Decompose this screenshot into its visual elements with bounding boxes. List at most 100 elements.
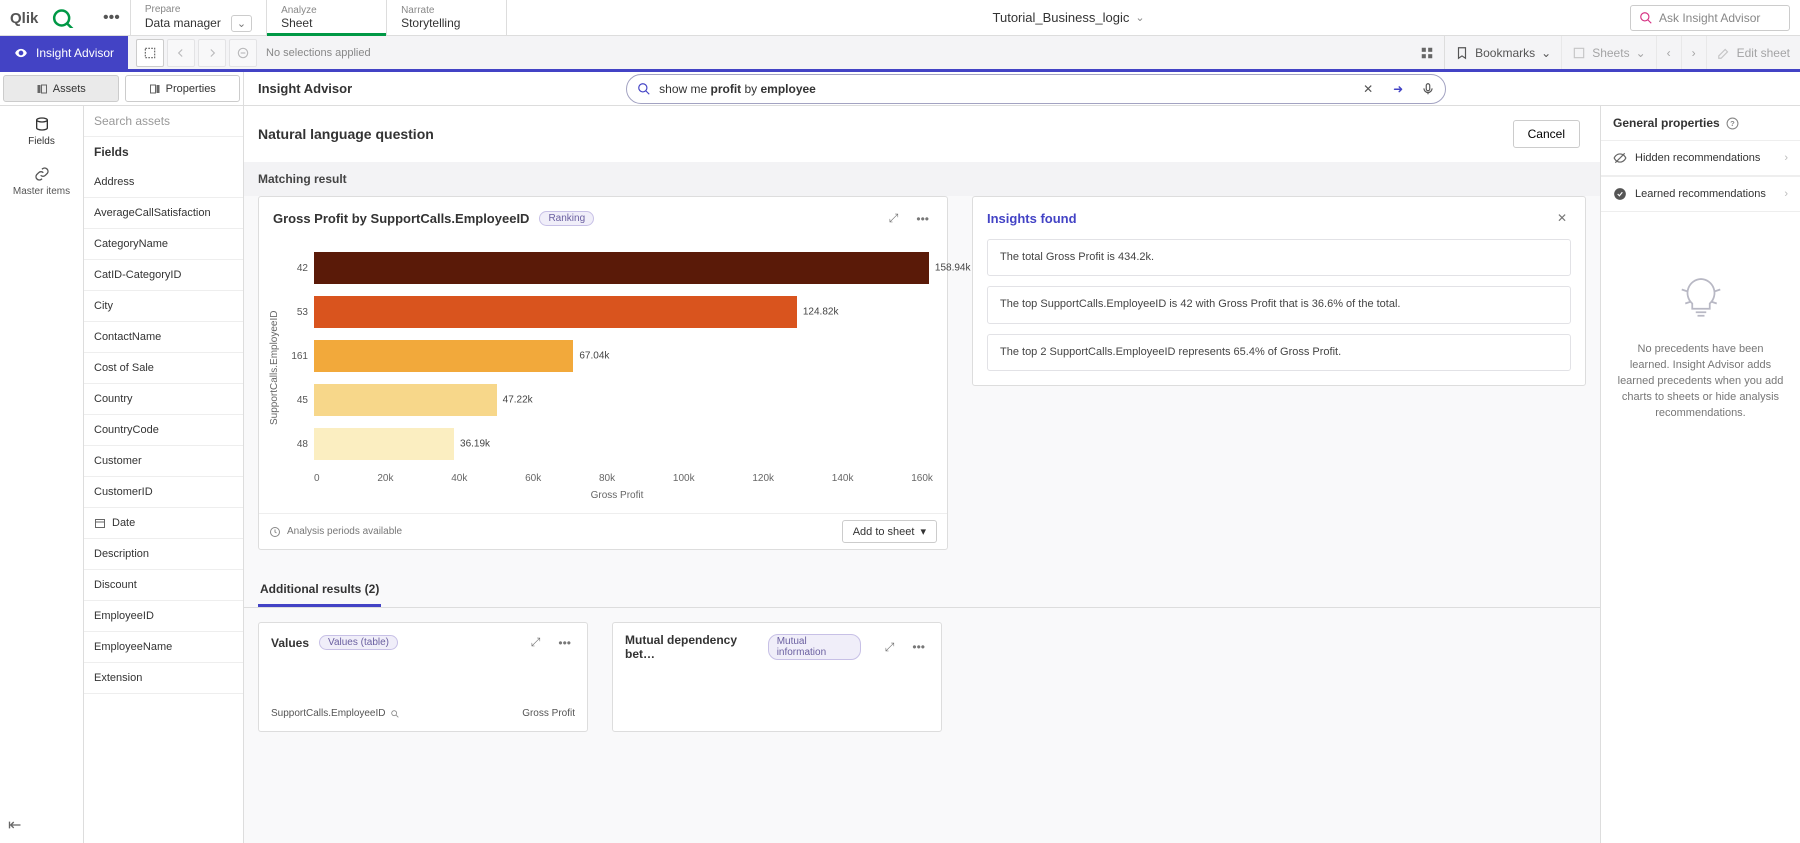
- step-back-button: [167, 39, 195, 67]
- expand-values-button[interactable]: ⤢: [527, 633, 545, 652]
- field-item[interactable]: Extension: [84, 663, 243, 694]
- search-icon: [390, 709, 400, 719]
- chevron-right-icon: ›: [1784, 188, 1788, 200]
- values-col2: Gross Profit: [522, 708, 575, 719]
- insight-advisor-title: Insight Advisor: [258, 81, 352, 96]
- qlik-logo[interactable]: Qlik: [0, 0, 93, 35]
- chevron-down-icon: ⌄: [1636, 46, 1646, 60]
- bar-category: 45: [284, 395, 314, 406]
- bar-track: 67.04k: [314, 340, 933, 372]
- cancel-button[interactable]: Cancel: [1513, 120, 1580, 148]
- x-tick: 160k: [911, 473, 933, 484]
- field-item[interactable]: AverageCallSatisfaction: [84, 198, 243, 229]
- search-assets-input[interactable]: Search assets: [84, 106, 243, 137]
- mutual-more-button[interactable]: •••: [908, 638, 929, 656]
- lasso-selection-button[interactable]: [136, 39, 164, 67]
- bar[interactable]: 67.04k: [314, 340, 573, 372]
- bar-value-label: 47.22k: [503, 395, 533, 406]
- app-title[interactable]: Tutorial_Business_logic: [993, 10, 1130, 25]
- x-tick: 20k: [377, 473, 393, 484]
- tab-storytelling[interactable]: NarrateStorytelling: [387, 0, 507, 35]
- values-col1: SupportCalls.EmployeeID: [271, 708, 400, 719]
- chart-type-badge: Ranking: [539, 211, 594, 226]
- field-item[interactable]: Address: [84, 167, 243, 198]
- expand-mutual-button[interactable]: ⤢: [881, 638, 899, 657]
- properties-toggle[interactable]: Properties: [125, 75, 241, 102]
- mic-button[interactable]: [1417, 78, 1439, 100]
- field-item[interactable]: City: [84, 291, 243, 322]
- no-selections-label: No selections applied: [266, 47, 371, 59]
- field-item[interactable]: Date: [84, 508, 243, 539]
- field-item[interactable]: CatID-CategoryID: [84, 260, 243, 291]
- clear-search-button[interactable]: ✕: [1357, 78, 1379, 100]
- svg-text:Qlik: Qlik: [10, 10, 39, 27]
- chart-x-label: Gross Profit: [265, 490, 933, 507]
- chevron-down-icon[interactable]: ⌄: [231, 15, 252, 32]
- mutual-card-title: Mutual dependency bet…: [625, 633, 758, 661]
- clear-selections-button: [229, 39, 257, 67]
- chart-title: Gross Profit by SupportCalls.EmployeeID: [273, 211, 529, 226]
- bar-category: 48: [284, 439, 314, 450]
- insight-search-box[interactable]: show me profit by employee ✕ ➜: [626, 74, 1446, 104]
- x-tick: 0: [314, 473, 320, 484]
- field-item[interactable]: CountryCode: [84, 415, 243, 446]
- learned-recommendations-row[interactable]: Learned recommendations ›: [1601, 176, 1800, 212]
- field-item[interactable]: Discount: [84, 570, 243, 601]
- values-more-button[interactable]: •••: [554, 634, 575, 652]
- field-item[interactable]: CategoryName: [84, 229, 243, 260]
- bar-value-label: 158.94k: [935, 263, 971, 274]
- help-icon[interactable]: ?: [1726, 117, 1739, 130]
- database-icon: [34, 116, 50, 132]
- app-more-icon[interactable]: •••: [93, 9, 130, 27]
- values-card-badge: Values (table): [319, 635, 398, 650]
- calendar-icon: [94, 517, 106, 529]
- prev-sheet-button: ‹: [1656, 36, 1681, 69]
- submit-search-button[interactable]: ➜: [1387, 78, 1409, 100]
- additional-results-tab[interactable]: Additional results (2): [258, 574, 381, 607]
- chart-more-button[interactable]: •••: [912, 210, 933, 228]
- clock-icon: [269, 526, 281, 538]
- field-item[interactable]: Country: [84, 384, 243, 415]
- field-item[interactable]: ContactName: [84, 322, 243, 353]
- insight-item: The top 2 SupportCalls.EmployeeID repres…: [987, 334, 1571, 371]
- app-title-chevron-icon[interactable]: ⌄: [1135, 11, 1144, 24]
- bar-category: 42: [284, 263, 314, 274]
- insight-item: The top SupportCalls.EmployeeID is 42 wi…: [987, 286, 1571, 323]
- bar[interactable]: 36.19k: [314, 428, 454, 460]
- bar[interactable]: 47.22k: [314, 384, 497, 416]
- matching-result-label: Matching result: [244, 162, 1600, 196]
- x-tick: 120k: [752, 473, 774, 484]
- bar[interactable]: 124.82k: [314, 296, 797, 328]
- bookmark-icon: [1455, 46, 1469, 60]
- field-item[interactable]: Description: [84, 539, 243, 570]
- insights-title: Insights found: [987, 211, 1077, 226]
- fields-nav[interactable]: Fields: [0, 106, 83, 156]
- grid-icon: [1420, 46, 1434, 60]
- assets-toggle[interactable]: Assets: [3, 75, 119, 102]
- values-card-title: Values: [271, 636, 309, 650]
- field-item[interactable]: CustomerID: [84, 477, 243, 508]
- ask-insight-input[interactable]: Ask Insight Advisor: [1630, 5, 1790, 31]
- close-insights-button[interactable]: ✕: [1553, 209, 1571, 227]
- master-items-nav[interactable]: Master items: [0, 156, 83, 206]
- bar-track: 158.94k: [314, 252, 933, 284]
- bookmarks-button[interactable]: Bookmarks ⌄: [1444, 36, 1561, 69]
- field-item[interactable]: Cost of Sale: [84, 353, 243, 384]
- collapse-rail-button[interactable]: ⇤: [0, 807, 83, 843]
- grid-view-button[interactable]: [1410, 36, 1444, 69]
- mutual-card-badge: Mutual information: [768, 634, 861, 660]
- hidden-recommendations-row[interactable]: Hidden recommendations ›: [1601, 140, 1800, 176]
- field-item[interactable]: Customer: [84, 446, 243, 477]
- tab-data-manager[interactable]: PrepareData manager⌄: [131, 0, 267, 35]
- chart-y-label: SupportCalls.EmployeeID: [265, 246, 284, 490]
- tab-sheet[interactable]: AnalyzeSheet: [267, 0, 387, 35]
- add-to-sheet-button[interactable]: Add to sheet ▾: [842, 520, 937, 543]
- field-item[interactable]: EmployeeID: [84, 601, 243, 632]
- insight-advisor-button[interactable]: Insight Advisor: [0, 36, 128, 69]
- fields-header: Fields: [84, 137, 243, 167]
- field-item[interactable]: EmployeeName: [84, 632, 243, 663]
- expand-chart-button[interactable]: ⤢: [885, 209, 903, 228]
- bar-category: 53: [284, 307, 314, 318]
- bar[interactable]: 158.94k: [314, 252, 929, 284]
- panel-right-icon: [149, 83, 161, 95]
